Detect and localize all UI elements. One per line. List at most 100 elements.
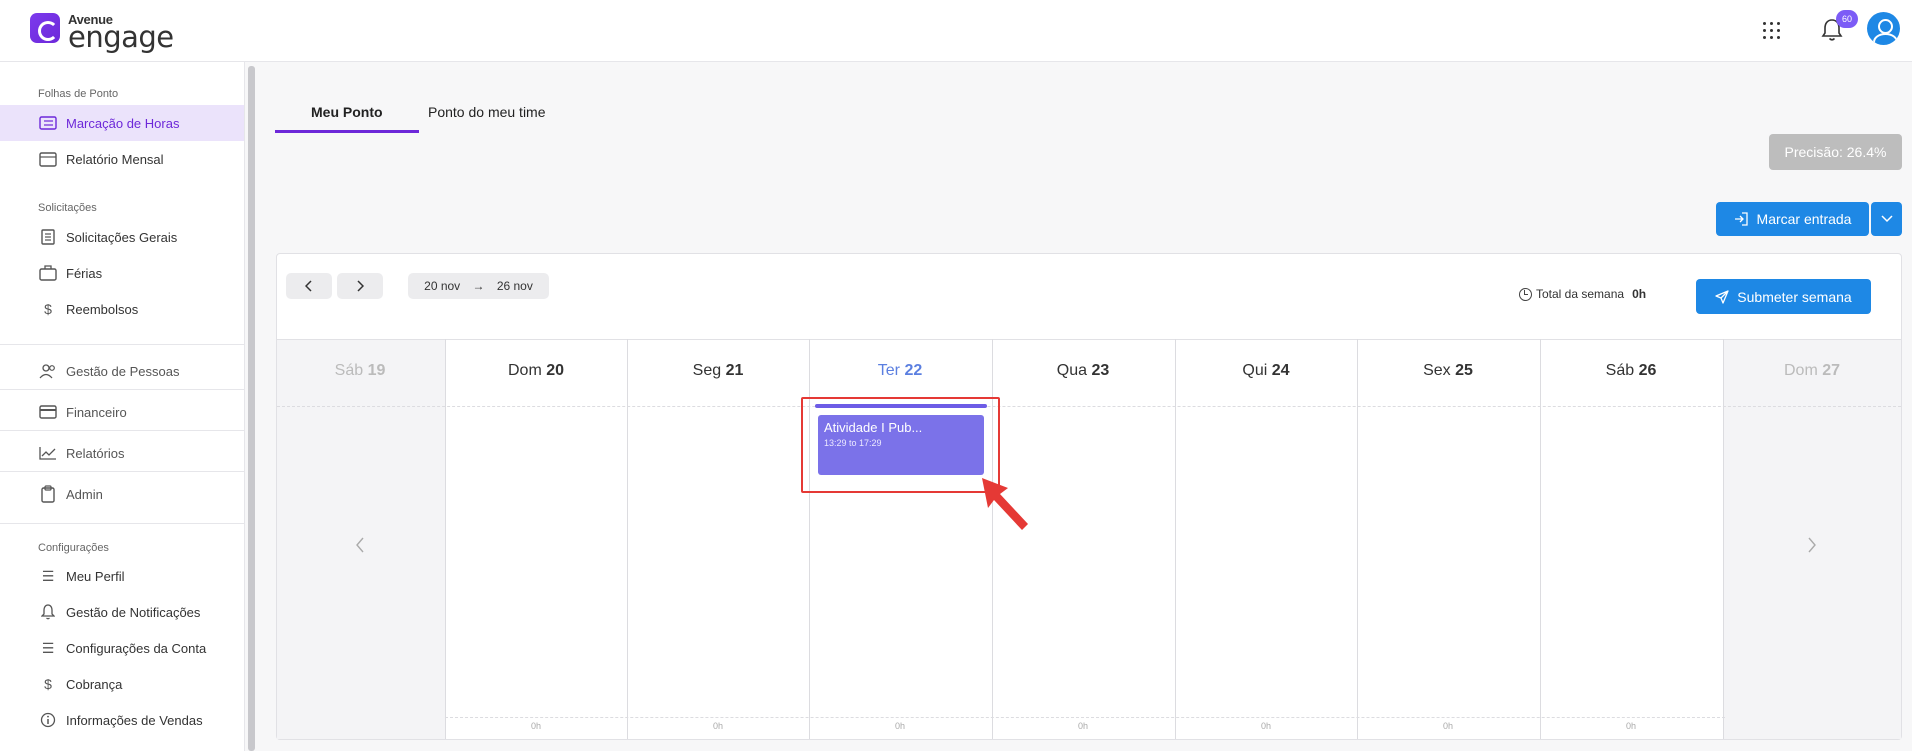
day-name: Dom bbox=[1783, 362, 1818, 379]
next-day-arrow[interactable] bbox=[1807, 537, 1817, 558]
day-name: Dom bbox=[507, 362, 542, 379]
week-date-range[interactable]: 20 nov → 26 nov bbox=[408, 273, 549, 299]
list-icon: ☰ bbox=[41, 567, 55, 584]
sidebar-item-financeiro[interactable]: Financeiro bbox=[0, 394, 244, 430]
day-number: 20 bbox=[546, 362, 565, 379]
day-name: Seg bbox=[692, 362, 722, 379]
active-tab-indicator bbox=[275, 130, 419, 133]
sidebar-divider bbox=[0, 471, 244, 472]
sidebar-scrollbar[interactable] bbox=[248, 66, 255, 751]
day-hours-total: 0h bbox=[894, 721, 905, 731]
brand-main-text: engage bbox=[68, 20, 174, 54]
submit-week-label: Submeter semana bbox=[1737, 288, 1852, 305]
sidebar-divider bbox=[0, 344, 244, 345]
sidebar-item-label: Cobrança bbox=[66, 676, 123, 692]
day-hours-total: 0h bbox=[1260, 721, 1271, 731]
day-header-ter-22: Ter 22 bbox=[809, 362, 991, 380]
tab-ponto-do-meu-time[interactable]: Ponto do meu time bbox=[428, 104, 546, 120]
info-icon bbox=[38, 710, 58, 730]
column-divider bbox=[1357, 339, 1358, 739]
section-title-folhas: Folhas de Ponto bbox=[38, 88, 119, 100]
precision-badge: Precisão: 26.4% bbox=[1769, 134, 1902, 170]
arrow-right-icon: → bbox=[472, 279, 485, 293]
list-icon: ☰ bbox=[41, 639, 55, 656]
previous-day-arrow[interactable] bbox=[355, 537, 365, 558]
day-header-seg-21: Seg 21 bbox=[627, 362, 809, 380]
calendar-header-divider bbox=[277, 406, 1901, 407]
day-number: 19 bbox=[367, 362, 386, 379]
sidebar: Folhas de Ponto Marcação de Horas Relató… bbox=[0, 62, 245, 751]
login-icon bbox=[1734, 212, 1748, 226]
day-name: Qui bbox=[1242, 362, 1268, 379]
sidebar-item-admin[interactable]: Admin bbox=[0, 476, 244, 512]
column-divider bbox=[1540, 339, 1541, 739]
sidebar-item-label: Relatórios bbox=[66, 445, 125, 461]
day-name: Sáb bbox=[334, 362, 364, 379]
sidebar-item-ferias[interactable]: Férias bbox=[0, 255, 244, 291]
sidebar-item-marcacao-de-horas[interactable]: Marcação de Horas bbox=[0, 105, 244, 141]
day-header-qui-24: Qui 24 bbox=[1175, 362, 1357, 380]
next-week-button[interactable] bbox=[337, 273, 383, 299]
day-number: 23 bbox=[1091, 362, 1110, 379]
clock-in-label: Marcar entrada bbox=[1756, 211, 1852, 227]
week-end-date: 26 nov bbox=[496, 279, 533, 293]
apps-grid-icon[interactable] bbox=[1763, 22, 1781, 40]
brand-logo-icon[interactable] bbox=[30, 13, 60, 43]
column-divider bbox=[1723, 339, 1724, 739]
day-hours-total: 0h bbox=[712, 721, 723, 731]
day-name: Sex bbox=[1423, 362, 1451, 379]
bell-icon bbox=[38, 602, 58, 622]
sidebar-item-gestao-de-notificacoes[interactable]: Gestão de Notificações bbox=[0, 594, 244, 630]
calendar-icon bbox=[38, 149, 58, 169]
submit-week-button[interactable]: Submeter semana bbox=[1696, 279, 1871, 314]
day-header-sex-25: Sex 25 bbox=[1357, 362, 1539, 380]
day-number: 24 bbox=[1271, 362, 1290, 379]
section-title-solicitacoes: Solicitações bbox=[38, 202, 97, 214]
chevron-right-icon bbox=[1808, 537, 1816, 553]
chevron-down-icon bbox=[1880, 215, 1893, 223]
sidebar-item-relatorios[interactable]: Relatórios bbox=[0, 435, 244, 471]
day-hours-total: 0h bbox=[530, 721, 541, 731]
time-sheet-icon bbox=[38, 113, 58, 133]
sidebar-item-meu-perfil[interactable]: ☰ Meu Perfil bbox=[0, 558, 244, 594]
highlight-box bbox=[801, 397, 1000, 493]
sidebar-divider bbox=[0, 430, 244, 431]
sidebar-item-reembolsos[interactable]: $ Reembolsos bbox=[0, 291, 244, 327]
luggage-icon bbox=[38, 263, 58, 283]
day-header-dom-20: Dom 20 bbox=[445, 362, 627, 380]
day-number: 21 bbox=[725, 362, 744, 379]
chart-line-icon bbox=[38, 443, 58, 463]
sidebar-item-label: Gestão de Notificações bbox=[66, 604, 201, 620]
send-icon bbox=[1715, 289, 1729, 304]
week-calendar-card bbox=[276, 253, 1902, 740]
sidebar-item-cobranca[interactable]: $ Cobrança bbox=[0, 666, 244, 702]
notification-badge: 60 bbox=[1836, 10, 1858, 28]
section-title-configuracoes: Configurações bbox=[38, 542, 109, 554]
week-start-date: 20 nov bbox=[424, 279, 461, 293]
sidebar-item-relatorio-mensal[interactable]: Relatório Mensal bbox=[0, 141, 244, 177]
dollar-icon: $ bbox=[44, 676, 52, 692]
people-icon bbox=[38, 361, 58, 381]
tab-meu-ponto[interactable]: Meu Ponto bbox=[311, 104, 383, 120]
sidebar-item-label: Solicitações Gerais bbox=[66, 229, 178, 245]
clock-in-dropdown-button[interactable] bbox=[1871, 202, 1902, 236]
clock-in-button[interactable]: Marcar entrada bbox=[1716, 202, 1869, 236]
column-divider bbox=[1175, 339, 1176, 739]
day-number: 25 bbox=[1455, 362, 1473, 379]
previous-week-button[interactable] bbox=[286, 273, 332, 299]
user-avatar[interactable] bbox=[1867, 12, 1900, 45]
sidebar-item-label: Configurações da Conta bbox=[66, 640, 207, 656]
sidebar-item-solicitacoes-gerais[interactable]: Solicitações Gerais bbox=[0, 219, 244, 255]
chevron-left-icon bbox=[356, 537, 364, 553]
top-bar: Avenue engage 60 bbox=[0, 0, 1912, 62]
sidebar-item-label: Reembolsos bbox=[66, 301, 139, 317]
pointer-arrow-icon bbox=[982, 478, 1028, 530]
day-hours-total: 0h bbox=[1077, 721, 1088, 731]
day-name: Sáb bbox=[1605, 362, 1635, 379]
sidebar-item-configuracoes-da-conta[interactable]: ☰ Configurações da Conta bbox=[0, 630, 244, 666]
sidebar-item-gestao-de-pessoas[interactable]: Gestão de Pessoas bbox=[0, 353, 244, 389]
sidebar-item-informacoes-de-vendas[interactable]: Informações de Vendas bbox=[0, 702, 244, 738]
day-header-qua-23: Qua 23 bbox=[992, 362, 1174, 380]
sidebar-item-label: Meu Perfil bbox=[66, 568, 125, 584]
day-header-dom-27: Dom 27 bbox=[1721, 362, 1903, 380]
